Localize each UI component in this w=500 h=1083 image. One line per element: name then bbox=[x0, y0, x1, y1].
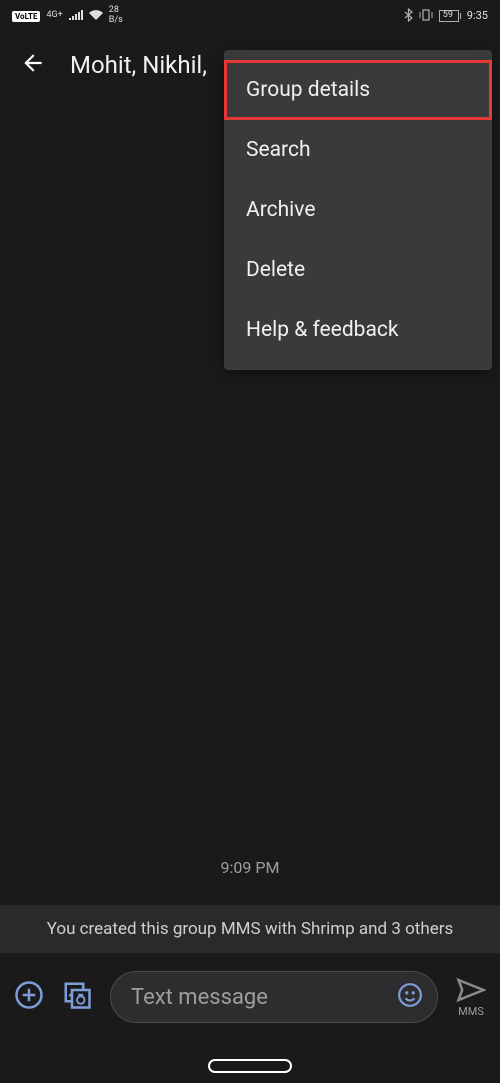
signal-bars-icon bbox=[69, 9, 83, 23]
chat-area: 9:09 PM You created this group MMS with … bbox=[0, 858, 500, 953]
navigation-bar bbox=[0, 1059, 500, 1073]
compose-bar: Text message MMS bbox=[0, 959, 500, 1035]
menu-item-help-feedback[interactable]: Help & feedback bbox=[224, 300, 492, 360]
menu-item-archive[interactable]: Archive bbox=[224, 180, 492, 240]
clock: 9:35 bbox=[467, 10, 488, 22]
menu-item-group-details[interactable]: Group details bbox=[224, 60, 492, 120]
send-button[interactable]: MMS bbox=[456, 977, 486, 1018]
signal-4g-icon: 4G+ bbox=[46, 11, 62, 21]
battery-icon: 59 bbox=[439, 10, 461, 22]
vibrate-icon bbox=[419, 9, 433, 24]
menu-item-delete[interactable]: Delete bbox=[224, 240, 492, 300]
status-bar: VoLTE 4G+ 28 B/s 59 9:35 bbox=[0, 0, 500, 32]
menu-item-search[interactable]: Search bbox=[224, 120, 492, 180]
back-arrow-icon[interactable] bbox=[20, 50, 46, 80]
message-timestamp: 9:09 PM bbox=[0, 858, 500, 877]
wifi-icon bbox=[89, 9, 103, 23]
gallery-icon[interactable] bbox=[62, 980, 92, 1014]
overflow-menu: Group details Search Archive Delete Help… bbox=[224, 50, 492, 370]
system-message: You created this group MMS with Shrimp a… bbox=[0, 905, 500, 953]
send-label: MMS bbox=[458, 1005, 484, 1018]
emoji-icon[interactable] bbox=[397, 982, 423, 1012]
add-attachment-icon[interactable] bbox=[14, 980, 44, 1014]
home-pill[interactable] bbox=[208, 1059, 292, 1073]
message-input[interactable]: Text message bbox=[110, 971, 438, 1023]
conversation-title[interactable]: Mohit, Nikhil, bbox=[70, 51, 207, 79]
volte-badge: VoLTE bbox=[12, 11, 40, 22]
bluetooth-icon bbox=[404, 8, 413, 25]
data-rate: 28 B/s bbox=[109, 6, 123, 26]
message-placeholder: Text message bbox=[131, 985, 397, 1010]
send-icon bbox=[456, 977, 486, 1007]
